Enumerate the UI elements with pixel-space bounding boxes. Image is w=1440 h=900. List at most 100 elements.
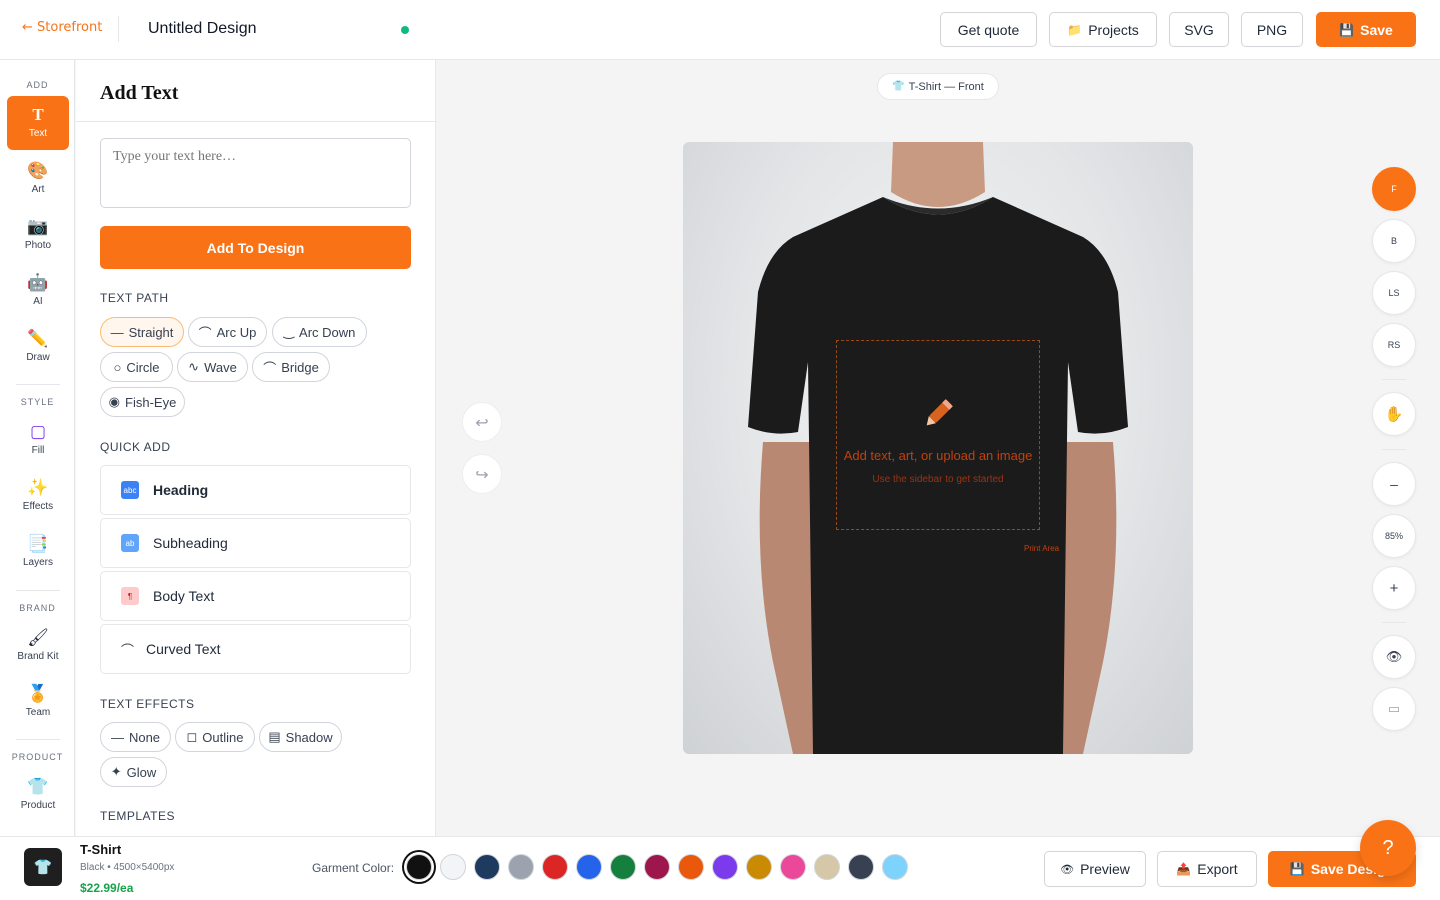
add-to-design-button[interactable]: Add To Design (100, 226, 411, 269)
hand-icon: ✋ (1384, 406, 1404, 423)
rail-item-effects[interactable]: ✨ Effects (7, 469, 69, 523)
medal-icon: 🏅 (27, 684, 49, 703)
path-wave-chip[interactable]: ∿ Wave (177, 352, 248, 382)
color-swatch[interactable] (610, 854, 636, 880)
color-swatch[interactable] (712, 854, 738, 880)
color-swatch[interactable] (746, 854, 772, 880)
color-swatch[interactable] (882, 854, 908, 880)
color-swatch[interactable] (508, 854, 534, 880)
undo-button[interactable]: ↩ (462, 402, 502, 442)
color-swatch[interactable] (814, 854, 840, 880)
quick-add-subheading-item[interactable]: ab Subheading (100, 518, 411, 568)
top-bar: ← Storefront Untitled Design Get quote 📁… (0, 0, 1440, 60)
view-back-button[interactable]: B (1372, 219, 1416, 263)
text-input[interactable] (100, 138, 411, 208)
path-circle-chip[interactable]: ○ Circle (100, 352, 173, 382)
effect-outline-chip[interactable]: ◻ Outline (175, 722, 255, 752)
redo-icon: ↪ (475, 464, 489, 484)
path-bridge-chip[interactable]: ⌒ Bridge (252, 352, 330, 382)
view-right-sleeve-button[interactable]: RS (1372, 323, 1416, 367)
bridge-icon: ⌒ (263, 360, 277, 376)
rail-item-photo[interactable]: 📷 Photo (7, 208, 69, 262)
rail-section-brand: BRAND (19, 603, 56, 613)
empty-state-title: Add text, art, or upload an image (843, 448, 1033, 463)
bottom-bar: 👕 T-Shirt Black • 4500×5400px $22.99/ea … (0, 836, 1440, 900)
storefront-back-link[interactable]: ← Storefront (22, 20, 102, 35)
floppy-icon: 💾 (1339, 22, 1355, 37)
empty-state-subtitle: Use the sidebar to get started (872, 474, 1004, 485)
brush-icon: 🖌 (27, 628, 49, 647)
rail-item-fill[interactable]: ▢ Fill (7, 413, 69, 467)
dash-icon: — (110, 729, 124, 745)
rail-item-ai[interactable]: 🤖 AI (7, 264, 69, 318)
tshirt-icon: 👕 (892, 81, 905, 92)
design-title[interactable]: Untitled Design (148, 20, 257, 38)
sparkles-icon: ✨ (27, 478, 49, 497)
path-straight-chip[interactable]: — Straight (100, 317, 184, 347)
path-arc-down-chip[interactable]: ‿ Arc Down (272, 317, 367, 347)
save-button[interactable]: 💾 Save (1316, 12, 1416, 47)
rail-item-layers[interactable]: 📑 Layers (7, 525, 69, 579)
panel-divider (76, 121, 435, 122)
rail-item-text[interactable]: T Text (7, 96, 69, 150)
product-meta: Black • 4500×5400px (80, 862, 175, 873)
redo-button[interactable]: ↪ (462, 454, 502, 494)
view-front-button[interactable]: F (1372, 167, 1416, 211)
rail-section-product: PRODUCT (11, 752, 64, 762)
rail-item-brand-kit[interactable]: 🖌 Brand Kit (7, 619, 69, 673)
svg-button[interactable]: SVG (1169, 12, 1229, 47)
glow-icon: ✦ (110, 764, 122, 779)
zoom-out-button[interactable]: – (1372, 462, 1416, 506)
zoom-level[interactable]: 85% (1372, 514, 1416, 558)
product-price: $22.99/ea (80, 881, 134, 895)
rail-section-add: ADD (26, 80, 49, 90)
path-fish-eye-chip[interactable]: ◉ Fish-Eye (100, 387, 185, 417)
color-swatch[interactable] (678, 854, 704, 880)
color-swatch[interactable] (406, 854, 432, 880)
quick-add-heading: QUICK ADD (100, 440, 171, 454)
effect-none-chip[interactable]: — None (100, 722, 171, 752)
rail-item-team[interactable]: 🏅 Team (7, 675, 69, 729)
preview-toggle-button[interactable]: 👁 (1372, 635, 1416, 679)
saved-status-dot (401, 26, 409, 34)
tool-divider (1382, 622, 1406, 623)
quick-add-body-text-item[interactable]: ¶ Body Text (100, 571, 411, 621)
effect-glow-chip[interactable]: ✦ Glow (100, 757, 167, 787)
pan-tool-button[interactable]: ✋ (1372, 392, 1416, 436)
quick-add-heading-item[interactable]: abc Heading (100, 465, 411, 515)
fit-screen-button[interactable]: ▭ (1372, 687, 1416, 731)
get-quote-button[interactable]: Get quote (940, 12, 1037, 47)
color-swatch[interactable] (780, 854, 806, 880)
text-path-heading: TEXT PATH (100, 291, 169, 305)
export-icon: 📤 (1176, 862, 1192, 876)
color-swatch[interactable] (474, 854, 500, 880)
quick-add-curved-text-item[interactable]: ⌒ Curved Text (100, 624, 411, 674)
rail-divider (16, 739, 60, 740)
topbar-divider (118, 16, 119, 42)
color-swatch[interactable] (848, 854, 874, 880)
view-left-sleeve-button[interactable]: LS (1372, 271, 1416, 315)
panel-title: Add Text (100, 82, 179, 104)
projects-button[interactable]: 📁 Projects (1049, 12, 1157, 47)
color-swatch[interactable] (542, 854, 568, 880)
design-canvas-area: 👕 T-Shirt — Front ↩ ↪ Print Area Add tex… (436, 60, 1440, 836)
color-swatch[interactable] (576, 854, 602, 880)
color-swatch[interactable] (440, 854, 466, 880)
zoom-in-button[interactable]: + (1372, 566, 1416, 610)
eye-icon: 👁 (1385, 649, 1403, 664)
effect-shadow-chip[interactable]: ▤ Shadow (259, 722, 342, 752)
path-arc-up-chip[interactable]: ⌒ Arc Up (188, 317, 267, 347)
color-swatch[interactable] (644, 854, 670, 880)
print-area-label: Print Area (1024, 544, 1060, 553)
export-button[interactable]: 📤 Export (1157, 851, 1257, 887)
preview-button[interactable]: 👁 Preview (1044, 851, 1146, 887)
png-button[interactable]: PNG (1241, 12, 1303, 47)
print-area[interactable] (836, 340, 1040, 530)
product-thumbnail: 👕 (24, 848, 62, 886)
rail-item-product[interactable]: 👕 Product (7, 768, 69, 822)
rail-item-art[interactable]: 🎨 Art (7, 152, 69, 206)
shadow-icon: ▤ (268, 729, 281, 744)
rail-item-draw[interactable]: ✏️ Draw (7, 320, 69, 374)
pencil-icon: ✏️ (27, 329, 49, 348)
help-button[interactable]: ? (1360, 820, 1416, 876)
